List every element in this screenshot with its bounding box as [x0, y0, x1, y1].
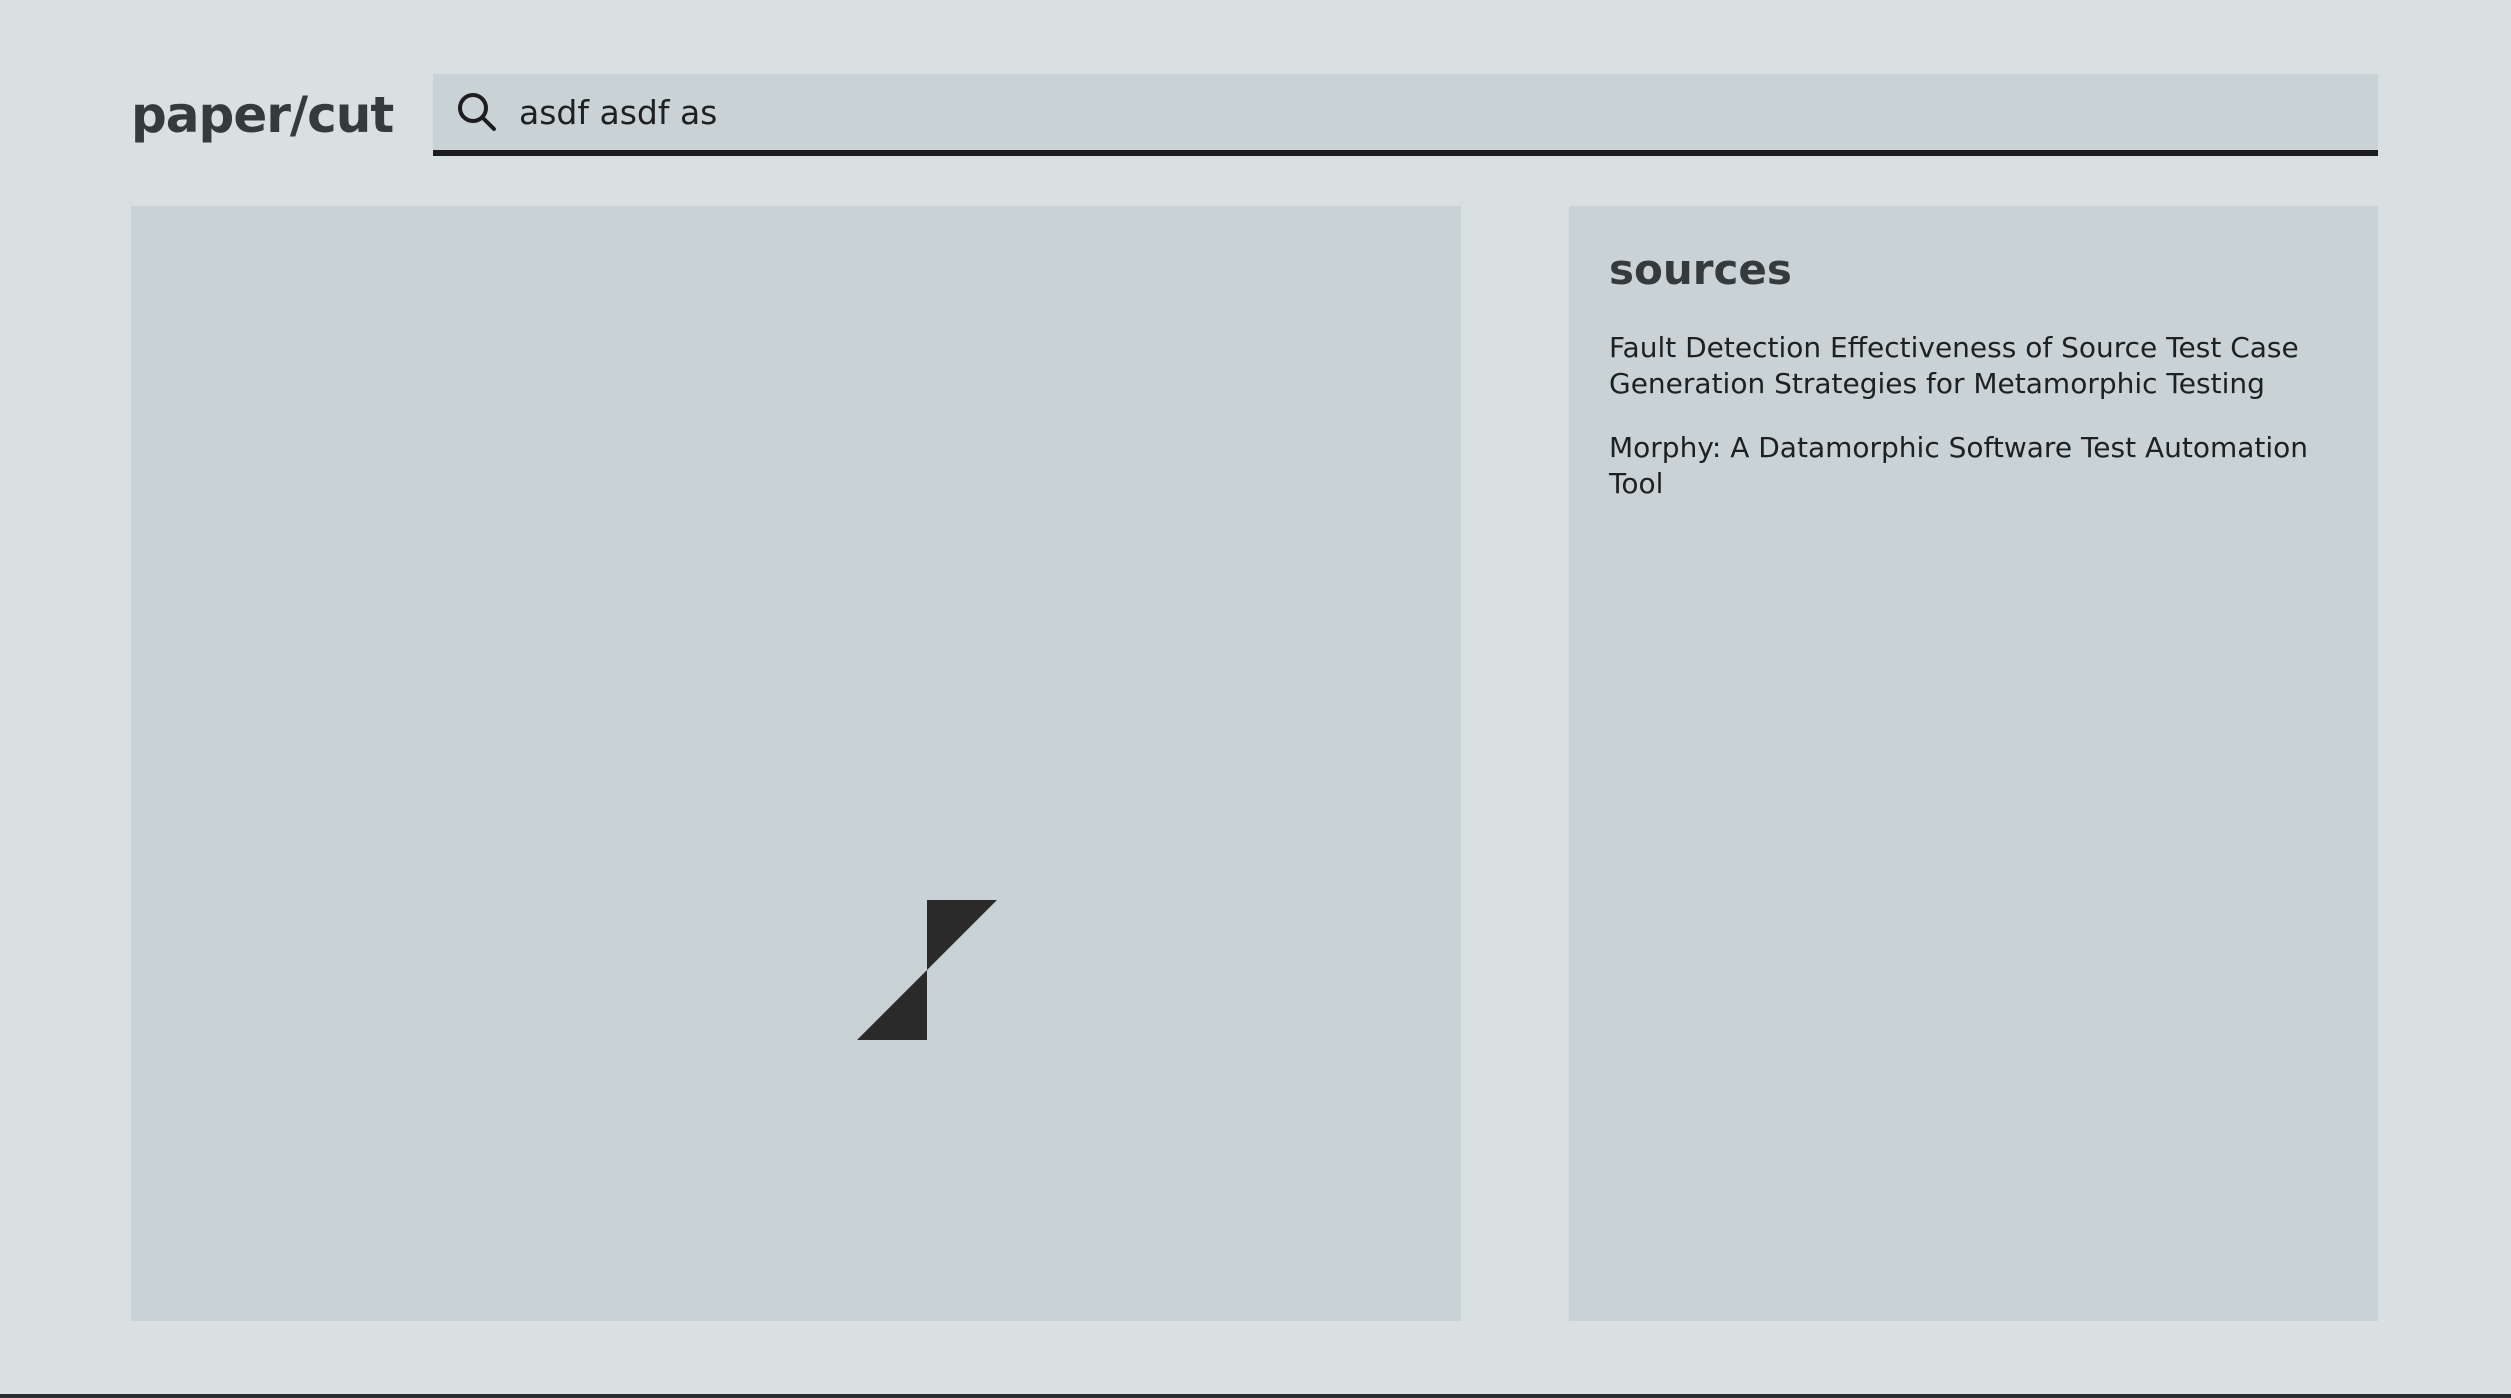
- source-link[interactable]: Morphy: A Datamorphic Software Test Auto…: [1609, 430, 2338, 502]
- sources-panel: sources Fault Detection Effectiveness of…: [1569, 206, 2378, 1321]
- search-icon[interactable]: [455, 90, 499, 134]
- logo: paper/cut: [131, 86, 394, 144]
- document-viewer: [131, 206, 1461, 1321]
- hourglass-loader-icon: [857, 900, 997, 1040]
- source-link[interactable]: Fault Detection Effectiveness of Source …: [1609, 330, 2338, 402]
- search-input[interactable]: [519, 82, 2319, 142]
- bottom-divider: [0, 1394, 2511, 1398]
- search-bar[interactable]: [433, 74, 2378, 156]
- sources-title: sources: [1609, 245, 1792, 294]
